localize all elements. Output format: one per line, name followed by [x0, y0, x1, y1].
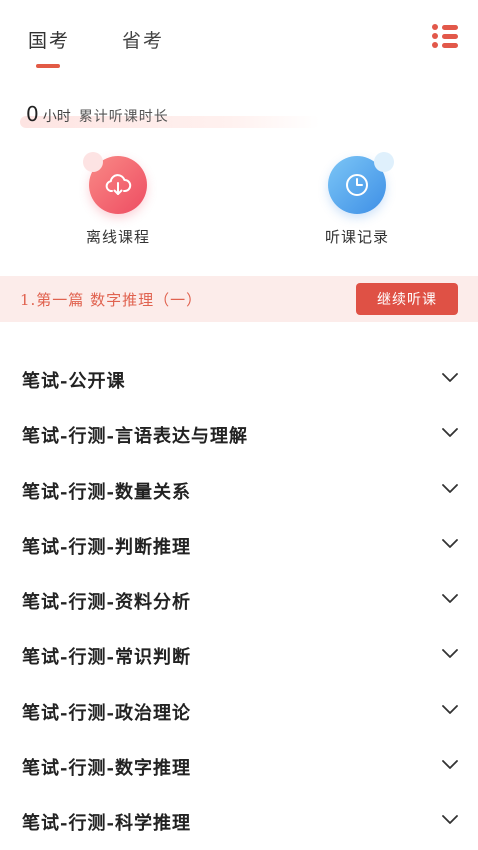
- course-list: 笔试-公开课 笔试-行测-言语表达与理解 笔试-行测-数量关系 笔试-行测-判断…: [0, 351, 478, 849]
- course-title: 笔试-公开课: [22, 371, 126, 392]
- course-row[interactable]: 笔试-行测-言语表达与理解: [0, 406, 478, 461]
- chevron-down-icon: [442, 704, 458, 714]
- continue-listening-button[interactable]: 继续听课: [356, 283, 458, 315]
- chevron-down-icon: [442, 649, 458, 659]
- continue-listening-bar: 1.第一篇 数字推理（一） 继续听课: [0, 276, 478, 322]
- course-title: 笔试-行测-常识判断: [22, 647, 191, 669]
- exam-type-tabs: 国考 省考: [0, 26, 478, 76]
- list-menu-button[interactable]: [432, 24, 458, 48]
- course-row[interactable]: 笔试-公开课: [0, 351, 478, 406]
- study-hours-unit: 小时: [42, 109, 71, 125]
- listening-history-button[interactable]: 听课记录: [297, 152, 417, 247]
- course-row[interactable]: 笔试-行测-数量关系: [0, 462, 478, 517]
- course-title: 笔试-行测-数量关系: [22, 481, 191, 503]
- chevron-down-icon: [442, 483, 458, 493]
- cloud-download-icon: [105, 174, 132, 195]
- study-hours-label: 累计听课时长: [78, 109, 169, 125]
- course-row[interactable]: 笔试-行测-数字推理: [0, 738, 478, 793]
- course-title: 笔试-行测-判断推理: [22, 536, 191, 558]
- tab-national-exam[interactable]: 国考: [28, 26, 70, 53]
- listening-history-label: 听课记录: [324, 228, 389, 246]
- course-title: 笔试-行测-数字推理: [22, 758, 191, 780]
- active-tab-indicator: [36, 64, 60, 68]
- chevron-down-icon: [442, 538, 458, 548]
- course-row[interactable]: 笔试-行测-判断推理: [0, 517, 478, 572]
- offline-courses-label: 离线课程: [85, 228, 150, 246]
- clock-icon: [346, 174, 368, 196]
- study-hours-value: 0: [26, 102, 39, 126]
- tab-provincial-exam[interactable]: 省考: [122, 26, 164, 53]
- chevron-down-icon: [442, 760, 458, 769]
- study-time-summary: 0 小时 累计听课时长: [20, 102, 320, 128]
- listening-history-icon-circle: [328, 152, 394, 214]
- course-row[interactable]: 笔试-行测-常识判断: [0, 627, 478, 682]
- course-title: 笔试-行测-政治理论: [22, 702, 191, 724]
- course-row[interactable]: 笔试-行测-资料分析: [0, 572, 478, 627]
- offline-courses-icon-circle: [83, 152, 147, 214]
- course-title: 笔试-行测-科学推理: [22, 813, 191, 835]
- chevron-down-icon: [442, 373, 458, 382]
- course-row[interactable]: 笔试-行测-科学推理: [0, 793, 478, 848]
- chevron-down-icon: [442, 428, 458, 438]
- last-lesson-title: 1.第一篇 数字推理（一）: [20, 291, 203, 309]
- course-row[interactable]: 笔试-行测-政治理论: [0, 683, 478, 738]
- offline-courses-button[interactable]: 离线课程: [58, 152, 178, 247]
- chevron-down-icon: [442, 594, 458, 604]
- course-title: 笔试-行测-资料分析: [22, 592, 191, 614]
- chevron-down-icon: [442, 815, 458, 825]
- course-title: 笔试-行测-言语表达与理解: [22, 426, 248, 448]
